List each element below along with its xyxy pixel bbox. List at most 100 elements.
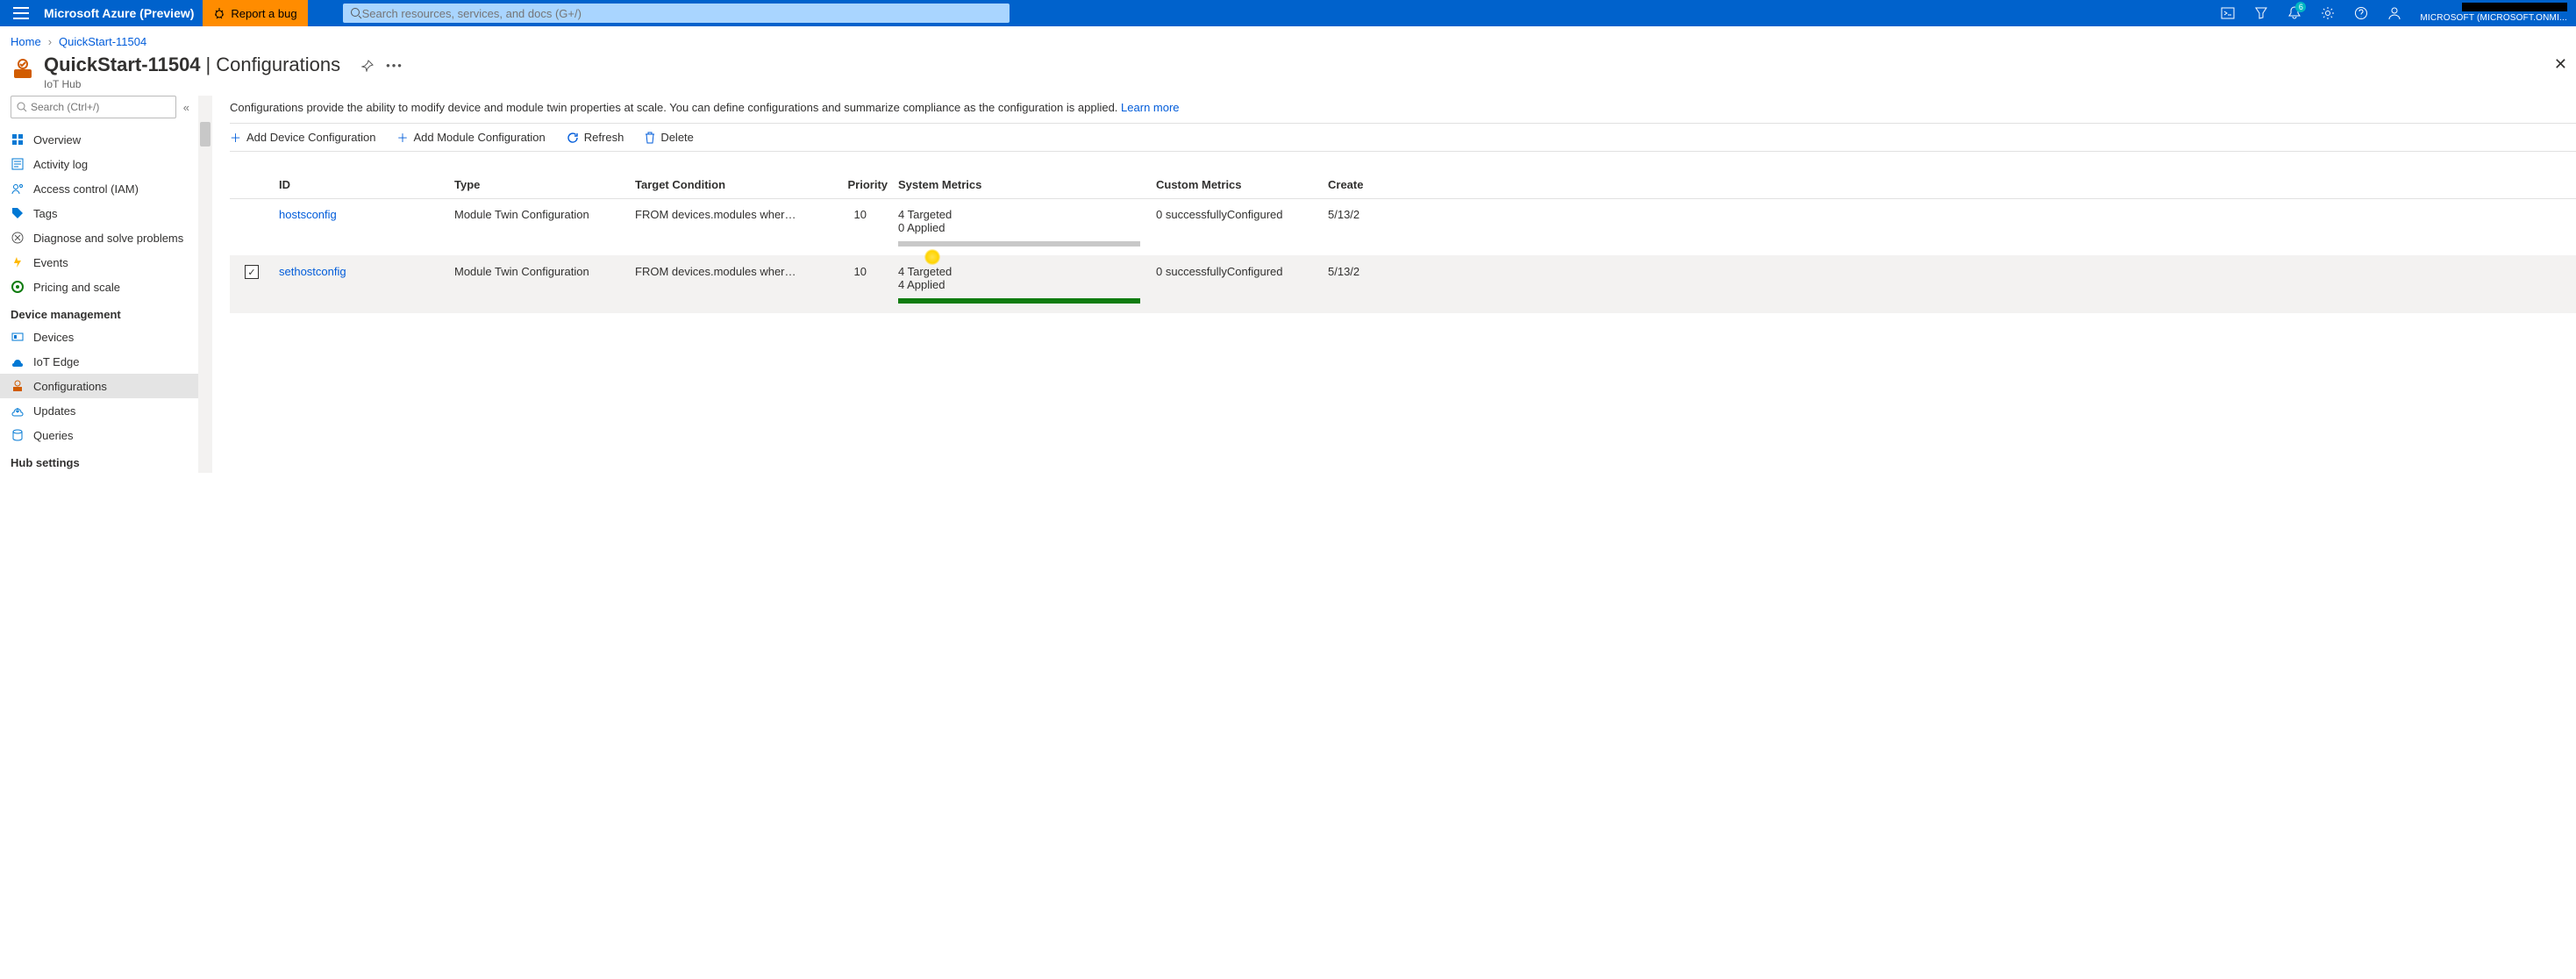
col-created[interactable]: Create bbox=[1323, 171, 1384, 198]
sidebar-item-tags[interactable]: Tags bbox=[0, 201, 198, 225]
global-search[interactable] bbox=[343, 4, 1010, 23]
row-priority: 10 bbox=[805, 199, 893, 230]
sys-applied: 0 Applied bbox=[898, 221, 1145, 234]
sidebar-item-pricing[interactable]: Pricing and scale bbox=[0, 275, 198, 299]
help-icon bbox=[2354, 6, 2368, 20]
close-blade-button[interactable]: ✕ bbox=[2554, 55, 2567, 74]
blade-title: QuickStart-11504 | Configurations bbox=[44, 54, 340, 76]
plus-icon: ＋ bbox=[230, 129, 241, 146]
activity-log-icon bbox=[11, 157, 25, 171]
table-row[interactable]: hostsconfig Module Twin Configuration FR… bbox=[230, 199, 2576, 256]
sidebar-item-label: Updates bbox=[33, 404, 75, 418]
global-search-input[interactable] bbox=[362, 7, 1003, 20]
sidebar-item-overview[interactable]: Overview bbox=[0, 127, 198, 152]
row-type: Module Twin Configuration bbox=[449, 256, 630, 287]
sidebar-item-diagnose[interactable]: Diagnose and solve problems bbox=[0, 225, 198, 250]
row-custom: 0 successfullyConfigured bbox=[1151, 256, 1323, 287]
report-bug-label: Report a bug bbox=[231, 7, 296, 20]
tags-icon bbox=[11, 206, 25, 220]
sidebar-item-access-control[interactable]: Access control (IAM) bbox=[0, 176, 198, 201]
sidebar-item-label: Configurations bbox=[33, 380, 107, 393]
sidebar-search[interactable] bbox=[11, 96, 176, 118]
row-custom: 0 successfullyConfigured bbox=[1151, 199, 1323, 230]
add-device-config-button[interactable]: ＋ Add Device Configuration bbox=[230, 129, 375, 146]
scrollbar-thumb[interactable] bbox=[200, 122, 211, 146]
row-created: 5/13/2 bbox=[1323, 199, 1384, 230]
sidebar-item-devices[interactable]: Devices bbox=[0, 325, 198, 349]
sidebar-item-activity-log[interactable]: Activity log bbox=[0, 152, 198, 176]
tenant-block[interactable]: MICROSOFT (MICROSOFT.ONMI... bbox=[2411, 3, 2576, 24]
search-icon bbox=[350, 7, 362, 19]
settings-button[interactable] bbox=[2311, 0, 2344, 26]
brand-label: Microsoft Azure (Preview) bbox=[42, 6, 203, 20]
overview-icon bbox=[11, 132, 25, 146]
blade-subtitle: IoT Hub bbox=[44, 78, 340, 90]
col-priority[interactable]: Priority bbox=[805, 171, 893, 198]
add-module-config-button[interactable]: ＋ Add Module Configuration bbox=[396, 129, 545, 146]
configurations-icon bbox=[11, 379, 25, 393]
row-checkbox-cell[interactable] bbox=[230, 199, 274, 217]
refresh-button[interactable]: Refresh bbox=[567, 131, 624, 144]
collapse-sidebar-button[interactable]: « bbox=[183, 101, 189, 114]
toolbar-label: Add Module Configuration bbox=[413, 131, 545, 144]
cloud-shell-icon bbox=[2221, 7, 2235, 19]
col-type[interactable]: Type bbox=[449, 171, 630, 198]
cloud-shell-button[interactable] bbox=[2211, 0, 2244, 26]
trash-icon bbox=[645, 132, 655, 144]
sidebar-group-hub-settings: Hub settings bbox=[0, 447, 198, 473]
updates-icon bbox=[11, 404, 25, 418]
sys-targeted: 4 Targeted bbox=[898, 208, 1145, 221]
row-system-metrics: 4 Targeted 0 Applied bbox=[893, 199, 1151, 255]
sidebar-item-label: Activity log bbox=[33, 158, 88, 171]
global-search-wrap bbox=[308, 4, 2212, 23]
table-row[interactable]: ✓ sethostconfig Module Twin Configuratio… bbox=[230, 256, 2576, 313]
toolbar-label: Refresh bbox=[584, 131, 624, 144]
row-checkbox[interactable]: ✓ bbox=[245, 265, 259, 279]
search-icon bbox=[17, 102, 27, 112]
sidebar-item-queries[interactable]: Queries bbox=[0, 423, 198, 447]
breadcrumb-resource[interactable]: QuickStart-11504 bbox=[59, 35, 146, 48]
sidebar-item-updates[interactable]: Updates bbox=[0, 398, 198, 423]
col-system[interactable]: System Metrics bbox=[893, 171, 1151, 198]
report-bug-button[interactable]: Report a bug bbox=[203, 0, 307, 26]
col-target[interactable]: Target Condition bbox=[630, 171, 805, 198]
learn-more-link[interactable]: Learn more bbox=[1121, 101, 1179, 114]
config-id-link[interactable]: sethostconfig bbox=[279, 265, 346, 278]
progress-fill bbox=[898, 298, 1140, 304]
sidebar-item-label: Devices bbox=[33, 331, 74, 344]
row-checkbox-cell[interactable]: ✓ bbox=[230, 256, 274, 288]
hamburger-menu[interactable] bbox=[0, 0, 42, 26]
col-id[interactable]: ID bbox=[274, 171, 449, 198]
col-custom[interactable]: Custom Metrics bbox=[1151, 171, 1323, 198]
config-id-link[interactable]: hostsconfig bbox=[279, 208, 337, 221]
sidebar-item-events[interactable]: Events bbox=[0, 250, 198, 275]
toolbar: ＋ Add Device Configuration ＋ Add Module … bbox=[230, 123, 2576, 152]
toolbar-label: Delete bbox=[660, 131, 694, 144]
iot-edge-icon bbox=[11, 354, 25, 368]
intro-text: Configurations provide the ability to mo… bbox=[230, 99, 2576, 123]
delete-button[interactable]: Delete bbox=[645, 131, 694, 144]
feedback-button[interactable] bbox=[2378, 0, 2411, 26]
header-icons: 6 bbox=[2211, 0, 2411, 26]
row-priority: 10 bbox=[805, 256, 893, 287]
access-control-icon bbox=[11, 182, 25, 196]
notifications-button[interactable]: 6 bbox=[2278, 0, 2311, 26]
breadcrumb-home[interactable]: Home bbox=[11, 35, 41, 48]
breadcrumb: Home › QuickStart-11504 bbox=[0, 26, 2576, 48]
configurations-table: ID Type Target Condition Priority System… bbox=[230, 171, 2576, 313]
bug-icon bbox=[213, 7, 225, 19]
pin-button[interactable] bbox=[361, 60, 374, 72]
chevron-right-icon: › bbox=[48, 35, 52, 48]
pricing-icon bbox=[11, 280, 25, 294]
sidebar-item-iot-edge[interactable]: IoT Edge bbox=[0, 349, 198, 374]
gear-icon bbox=[2321, 6, 2335, 20]
more-button[interactable]: ••• bbox=[386, 59, 403, 72]
sidebar-scrollbar[interactable] bbox=[198, 96, 212, 473]
filter-icon bbox=[2255, 7, 2267, 19]
directory-filter-button[interactable] bbox=[2244, 0, 2278, 26]
sidebar-search-input[interactable] bbox=[31, 101, 170, 113]
sidebar-item-configurations[interactable]: Configurations bbox=[0, 374, 198, 398]
table-header-row: ID Type Target Condition Priority System… bbox=[230, 171, 2576, 199]
help-button[interactable] bbox=[2344, 0, 2378, 26]
portal-header: Microsoft Azure (Preview) Report a bug 6 bbox=[0, 0, 2576, 26]
